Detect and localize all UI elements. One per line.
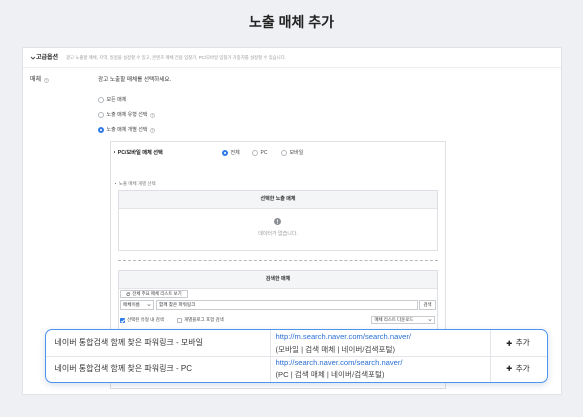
device-option-label: PC <box>260 149 268 156</box>
page-title: 노출 매체 추가 <box>248 14 335 30</box>
alert-circle-icon <box>274 217 281 225</box>
filter-checkbox-blog[interactable]: 개별블로그 포함 검색 <box>177 317 224 323</box>
individual-section-label: 노출 매체 개별 선택 <box>115 181 156 187</box>
device-section-label: PC/모바일 매체 선택 <box>114 150 163 157</box>
add-result-button[interactable]: 추가 <box>490 330 546 356</box>
search-results-list: 네이버 통합검색 함께 찾은 파워링크 - 모바일 http://m.searc… <box>45 329 548 383</box>
download-label: 매체 리스트 다운로드 <box>374 317 414 322</box>
device-option-all[interactable]: 전체 <box>222 150 240 157</box>
refresh-icon <box>126 292 131 296</box>
filter-label: 선택된 유형 내 검색 <box>127 317 164 322</box>
result-url-link[interactable]: http://search.naver.com/search.naver/ <box>276 358 403 367</box>
filter-label: 개별블로그 포함 검색 <box>184 317 224 322</box>
all-media-list-button[interactable]: 전체 주요 매체 리스트 보기 <box>120 290 188 298</box>
radio-button[interactable] <box>252 150 258 156</box>
add-label: 추가 <box>515 338 530 348</box>
dashed-divider <box>118 260 438 261</box>
checkbox[interactable] <box>177 317 182 323</box>
media-option-individual[interactable]: 노출 매체 개별 선택 <box>98 127 155 134</box>
media-option-label: 모든 매체 <box>106 96 127 103</box>
media-option-all[interactable]: 모든 매체 <box>98 97 126 104</box>
device-option-label: 전체 <box>230 149 240 156</box>
help-icon[interactable] <box>43 77 49 83</box>
media-option-type[interactable]: 노출 매체 유형 선택 <box>98 112 155 119</box>
chevron-down-icon <box>147 304 151 307</box>
radio-button[interactable] <box>98 97 104 103</box>
help-icon[interactable] <box>150 127 155 133</box>
search-button[interactable]: 검색 <box>419 300 436 310</box>
page: 노출 매체 추가 고급옵션 광고 노출할 매체, 지역, 일정을 설정할 수 있… <box>0 0 583 417</box>
plus-icon <box>506 340 513 346</box>
device-option-pc[interactable]: PC <box>252 150 267 157</box>
search-field-select[interactable]: 매체이름 <box>120 300 154 310</box>
media-label: 매체 <box>30 76 42 83</box>
media-label-group: 매체 <box>30 77 49 84</box>
device-option-label: 모바일 <box>289 149 304 156</box>
checkbox[interactable] <box>120 317 125 323</box>
selected-media-panel: 선택한 노출 매체 데이터가 없습니다. <box>118 190 438 251</box>
add-label: 추가 <box>515 363 530 373</box>
result-url-link[interactable]: http://m.search.naver.com/search.naver/ <box>276 332 411 341</box>
result-meta: (모바일 | 검색 매체 | 네이버/검색포털) <box>275 344 395 354</box>
help-icon[interactable] <box>150 112 155 118</box>
radio-button[interactable] <box>98 127 104 133</box>
all-media-list-label: 전체 주요 매체 리스트 보기 <box>132 291 182 296</box>
advanced-options-toggle[interactable]: 고급옵션 <box>30 54 64 62</box>
advanced-options-label: 고급옵션 <box>36 55 59 61</box>
search-field-value: 매체이름 <box>123 301 140 307</box>
radio-button[interactable] <box>281 150 287 156</box>
device-option-mobile[interactable]: 모바일 <box>281 150 303 157</box>
panel-header: 검색한 매체 <box>119 271 437 289</box>
divider <box>23 67 561 68</box>
result-meta: (PC | 검색 매체 | 네이버/검색포털) <box>275 370 385 379</box>
plus-icon <box>506 365 513 371</box>
media-prompt: 광고 노출할 매체를 선택하세요. <box>98 76 172 83</box>
result-row: 네이버 통합검색 함께 찾은 파워링크 - 모바일 http://m.searc… <box>46 330 547 356</box>
download-media-list-button[interactable]: 매체 리스트 다운로드 <box>371 316 435 324</box>
result-name: 네이버 통합검색 함께 찾은 파워링크 - PC <box>54 363 193 373</box>
radio-button[interactable] <box>222 150 228 156</box>
result-name: 네이버 통합검색 함께 찾은 파워링크 - 모바일 <box>54 338 203 347</box>
add-result-button[interactable]: 추가 <box>490 356 546 382</box>
radio-button[interactable] <box>98 112 104 118</box>
result-row: 네이버 통합검색 함께 찾은 파워링크 - PC http://search.n… <box>46 356 547 382</box>
search-input[interactable] <box>156 300 418 310</box>
media-option-label: 노출 매체 유형 선택 <box>106 111 148 118</box>
chevron-down-icon <box>427 319 432 322</box>
search-button-label: 검색 <box>423 302 432 307</box>
filter-checkbox-in-type[interactable]: 선택된 유형 내 검색 <box>120 317 164 323</box>
advanced-options-description: 광고 노출할 매체, 지역, 일정을 설정할 수 있고, 콘텐츠 매체 전용 입… <box>66 55 286 60</box>
panel-header: 선택한 노출 매체 <box>119 191 437 209</box>
empty-state-text: 데이터가 없습니다. <box>258 231 298 237</box>
media-option-label: 노출 매체 개별 선택 <box>106 126 148 133</box>
